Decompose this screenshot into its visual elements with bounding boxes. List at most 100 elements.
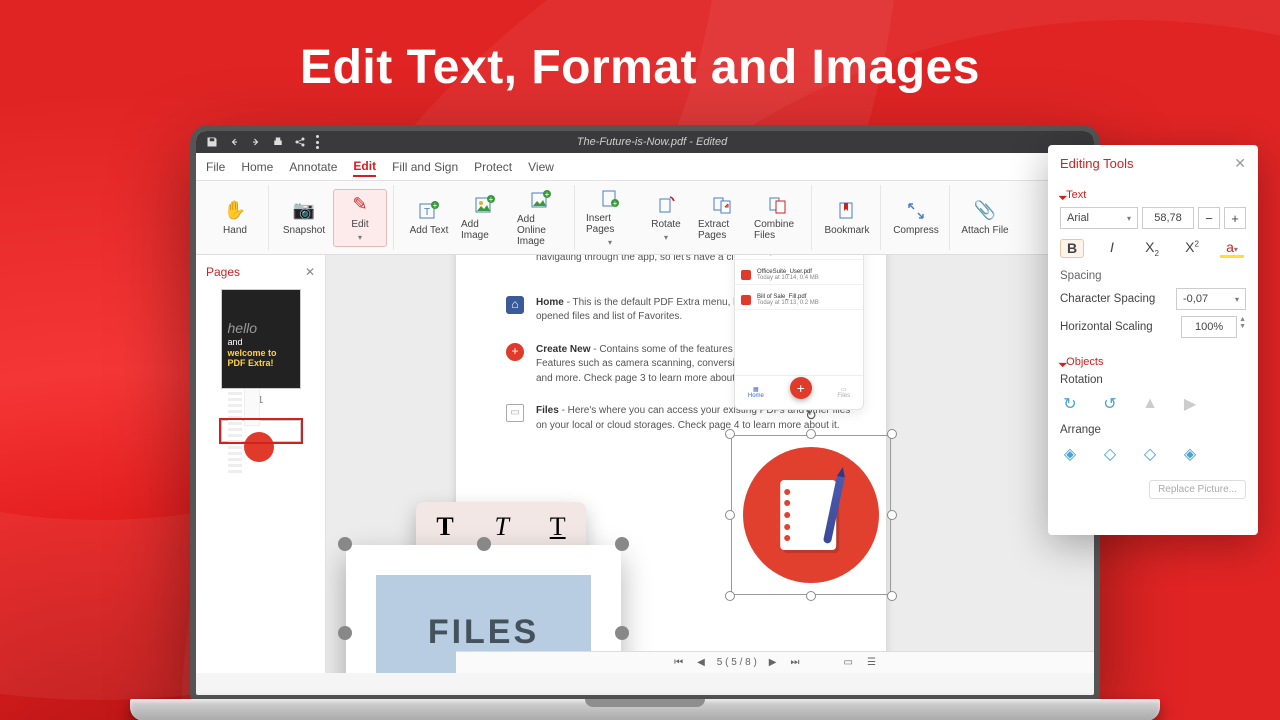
char-spacing-input[interactable]: -0,07▾: [1176, 288, 1246, 310]
menu-file[interactable]: File: [206, 158, 225, 176]
resize-handle[interactable]: [806, 429, 816, 439]
rotate-button[interactable]: Rotate▾: [639, 189, 693, 247]
resize-handle[interactable]: [615, 537, 629, 551]
first-page-button[interactable]: ⏮: [672, 657, 685, 668]
view-mode-button[interactable]: ▭: [842, 657, 855, 668]
redo-icon[interactable]: [250, 136, 262, 148]
bookmark-button[interactable]: Bookmark: [820, 195, 874, 241]
menu-edit[interactable]: Edit: [353, 157, 376, 177]
underline-icon[interactable]: T: [550, 512, 566, 542]
menu-annotate[interactable]: Annotate: [289, 158, 337, 176]
menu-view[interactable]: View: [528, 158, 554, 176]
italic-icon[interactable]: T: [494, 512, 508, 542]
next-page-button[interactable]: ▶: [767, 657, 779, 668]
attach-file-button[interactable]: 📎Attach File: [958, 195, 1012, 241]
prev-page-button[interactable]: ◀: [695, 657, 707, 668]
add-online-image-button[interactable]: +Add Online Image: [514, 184, 568, 252]
combine-files-button[interactable]: Combine Files: [751, 189, 805, 246]
phone-mockup: PE_iOS-Sample-File_A4_011.pdfToday at 10…: [734, 255, 864, 410]
extract-pages-icon: [711, 194, 733, 216]
bring-front-icon[interactable]: ◈: [1060, 444, 1080, 464]
snapshot-button[interactable]: 📷Snapshot: [277, 195, 331, 241]
stepper-up[interactable]: ▲: [1239, 316, 1246, 323]
document-title: The-Future-is-Now.pdf - Edited: [330, 136, 974, 148]
close-icon[interactable]: ✕: [1234, 155, 1246, 172]
decrease-size-button[interactable]: −: [1198, 207, 1220, 229]
selected-image[interactable]: ↻: [731, 435, 891, 595]
pages-panel-title: Pages: [206, 265, 240, 279]
page-thumbnail[interactable]: [221, 420, 301, 442]
font-family-select[interactable]: Arial▾: [1060, 207, 1138, 229]
save-icon[interactable]: [206, 136, 218, 148]
resize-handle[interactable]: [725, 510, 735, 520]
add-text-button[interactable]: T+Add Text: [402, 195, 456, 241]
font-size-input[interactable]: 58,78: [1142, 207, 1194, 229]
add-image-button[interactable]: +Add Image: [458, 189, 512, 246]
resize-handle[interactable]: [338, 537, 352, 551]
rotation-label: Rotation: [1060, 374, 1246, 386]
insert-pages-button[interactable]: +Insert Pages▾: [583, 183, 637, 252]
share-icon[interactable]: [294, 136, 306, 148]
section-text[interactable]: Text: [1060, 189, 1246, 201]
menu-bar: File Home Annotate Edit Fill and Sign Pr…: [196, 153, 1094, 181]
page-indicator: 5 ( 5 / 8 ): [717, 657, 757, 668]
hscale-input[interactable]: 100%: [1181, 316, 1237, 338]
resize-handle[interactable]: [725, 429, 735, 439]
flip-vertical-icon[interactable]: ▶: [1180, 394, 1200, 414]
window-titlebar: The-Future-is-Now.pdf - Edited: [196, 131, 1094, 153]
edit-button[interactable]: ✎Edit▾: [333, 189, 387, 247]
view-mode-button[interactable]: ☰: [865, 657, 878, 668]
resize-handle[interactable]: [615, 626, 629, 640]
laptop-frame: The-Future-is-Now.pdf - Edited File Home…: [170, 125, 1120, 720]
document-canvas[interactable]: navigating through the app, so let's hav…: [326, 255, 1094, 673]
resize-handle[interactable]: [725, 591, 735, 601]
resize-handle[interactable]: [338, 626, 352, 640]
phone-fab: +: [790, 377, 812, 399]
resize-handle[interactable]: [477, 537, 491, 551]
paperclip-icon: 📎: [974, 200, 996, 222]
subscript-button[interactable]: X2: [1140, 239, 1164, 258]
print-icon[interactable]: [272, 136, 284, 148]
add-text-icon: T+: [418, 200, 440, 222]
send-back-icon[interactable]: ◈: [1180, 444, 1200, 464]
rotate-cw-icon[interactable]: ↻: [1060, 394, 1080, 414]
section-objects[interactable]: Objects: [1060, 356, 1246, 368]
close-icon[interactable]: ✕: [305, 265, 315, 279]
flip-horizontal-icon[interactable]: ▲: [1140, 394, 1160, 414]
ribbon: ✋Hand 📷Snapshot ✎Edit▾ T+Add Text +Add I…: [196, 181, 1094, 255]
compress-button[interactable]: Compress: [889, 195, 943, 241]
resize-handle[interactable]: [887, 510, 897, 520]
more-icon[interactable]: [316, 135, 320, 149]
menu-protect[interactable]: Protect: [474, 158, 512, 176]
resize-handle[interactable]: [887, 429, 897, 439]
page-number: 1: [206, 395, 315, 406]
phone-tab-files: ▭Files: [837, 386, 850, 399]
add-online-image-icon: +: [530, 189, 552, 211]
menu-fill-sign[interactable]: Fill and Sign: [392, 158, 458, 176]
svg-text:+: +: [613, 199, 618, 208]
add-image-icon: +: [474, 194, 496, 216]
rotate-handle-icon[interactable]: ↻: [805, 407, 817, 424]
italic-button[interactable]: I: [1100, 239, 1124, 258]
superscript-button[interactable]: X2: [1180, 239, 1204, 258]
font-color-button[interactable]: a▾: [1220, 239, 1244, 258]
resize-handle[interactable]: [806, 591, 816, 601]
hand-tool-button[interactable]: ✋Hand: [208, 195, 262, 241]
undo-icon[interactable]: [228, 136, 240, 148]
bold-button[interactable]: B: [1060, 239, 1084, 258]
stepper-down[interactable]: ▼: [1239, 323, 1246, 330]
promo-headline: Edit Text, Format and Images: [0, 40, 1280, 95]
bold-icon[interactable]: T: [436, 512, 453, 542]
replace-picture-button[interactable]: Replace Picture...: [1149, 480, 1246, 499]
menu-home[interactable]: Home: [241, 158, 273, 176]
status-bar: ⏮ ◀ 5 ( 5 / 8 ) ▶ ⏭ ▭ ☰: [456, 651, 1094, 673]
last-page-button[interactable]: ⏭: [789, 657, 802, 668]
send-backward-icon[interactable]: ◇: [1140, 444, 1160, 464]
increase-size-button[interactable]: +: [1224, 207, 1246, 229]
rotate-ccw-icon[interactable]: ↺: [1100, 394, 1120, 414]
bring-forward-icon[interactable]: ◇: [1100, 444, 1120, 464]
extract-pages-button[interactable]: Extract Pages: [695, 189, 749, 246]
page-thumbnail[interactable]: helloandwelcome toPDF Extra!: [221, 289, 301, 389]
svg-text:+: +: [433, 201, 438, 210]
resize-handle[interactable]: [887, 591, 897, 601]
